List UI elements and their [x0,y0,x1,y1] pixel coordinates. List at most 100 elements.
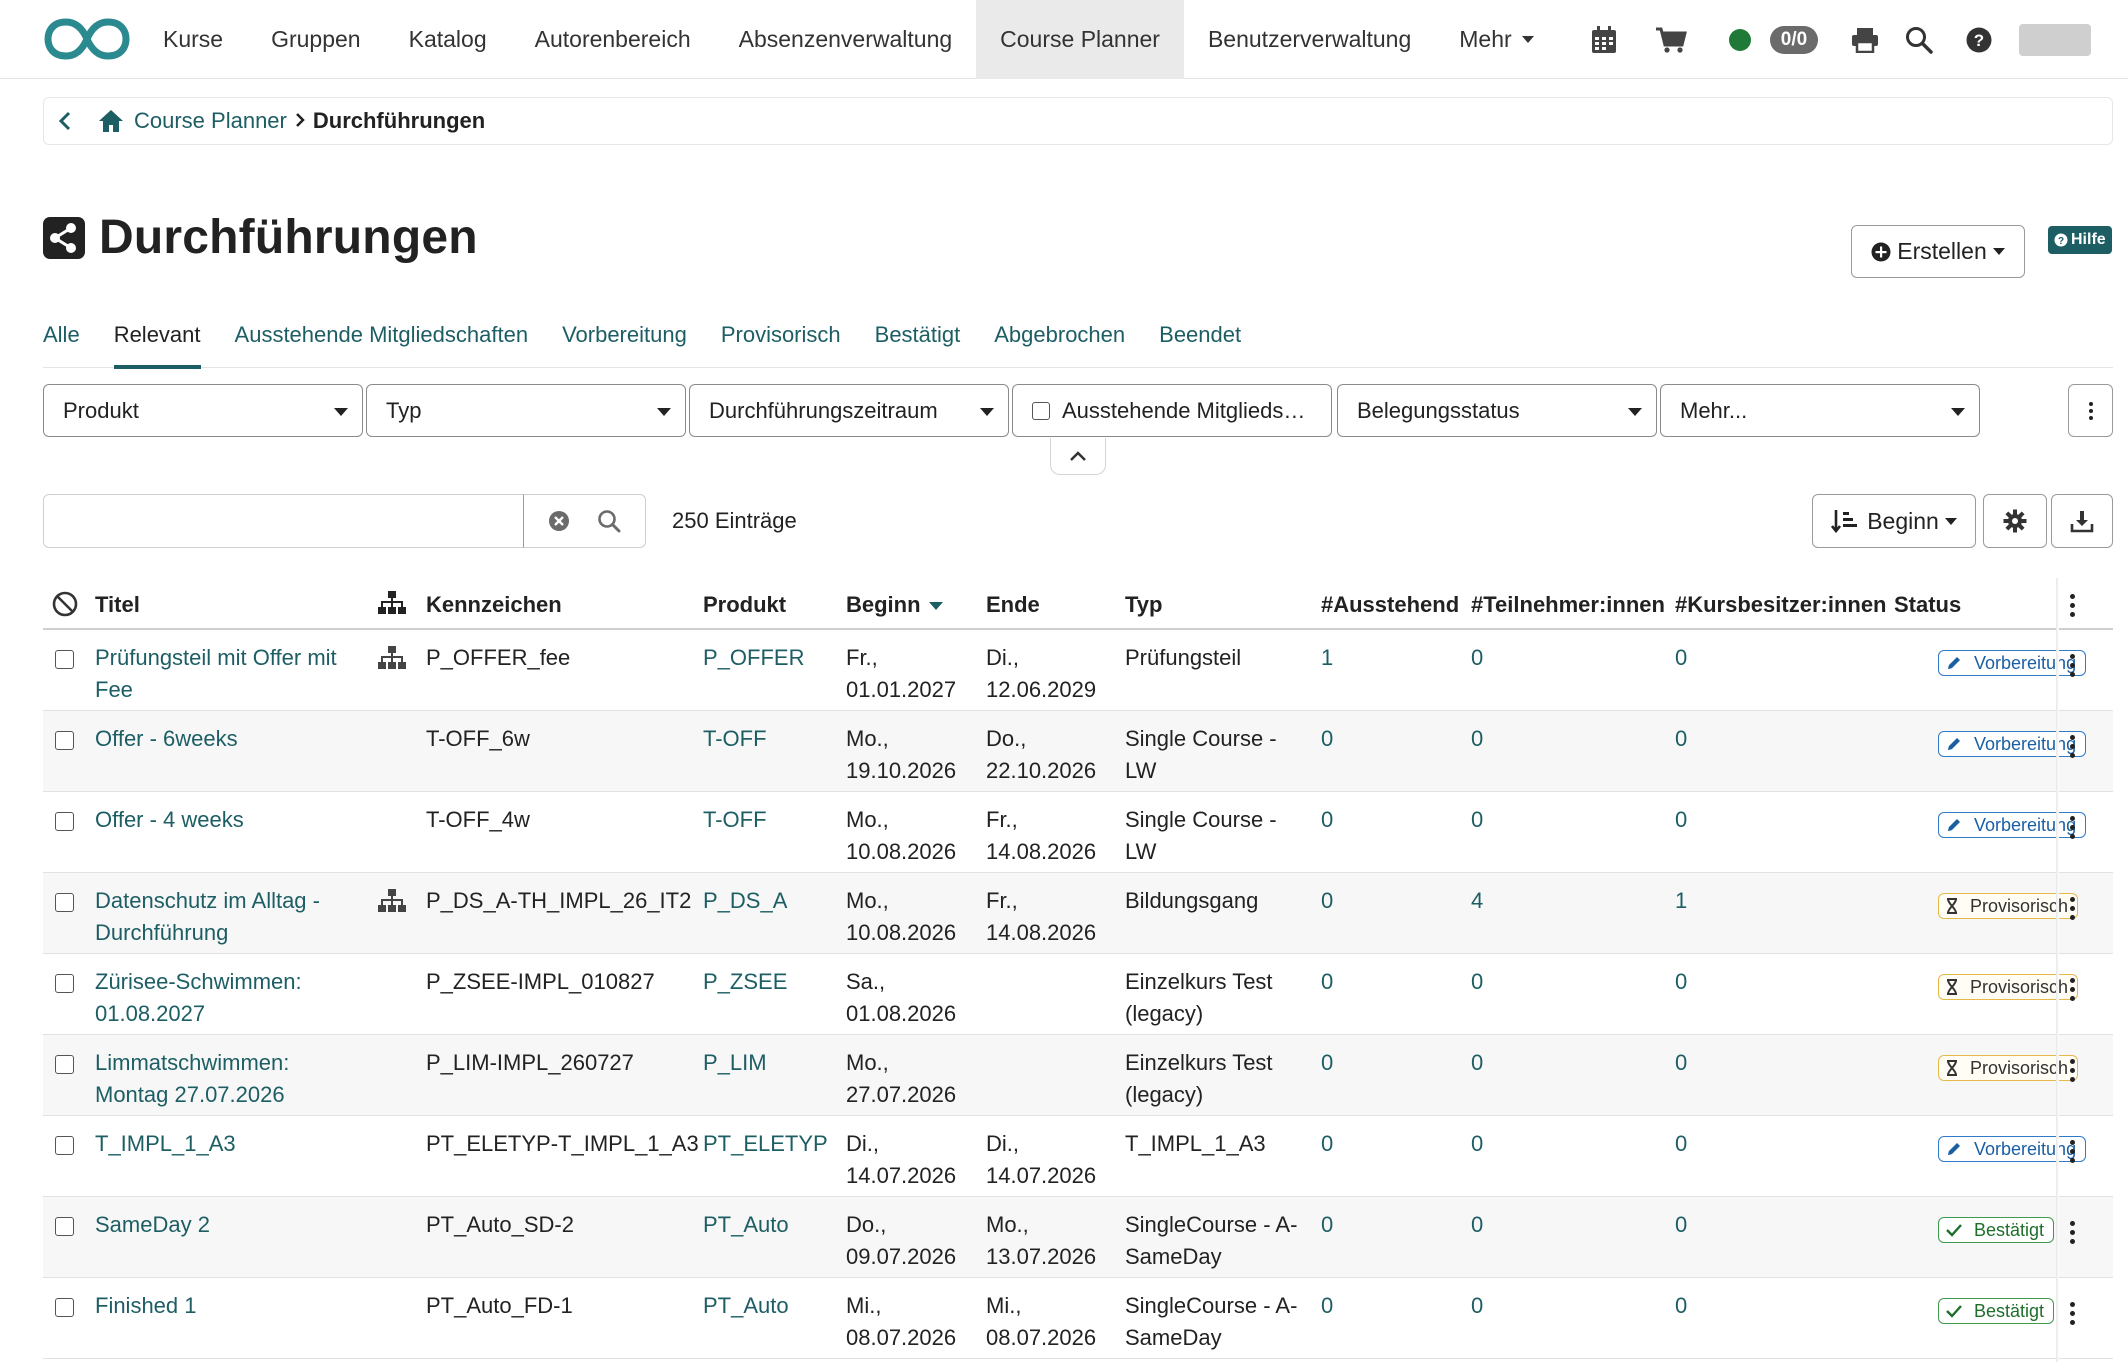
settings-button[interactable] [1983,494,2047,548]
tab-alle[interactable]: Alle [43,318,80,368]
row-actions-icon[interactable] [2057,814,2087,841]
row-produkt-link[interactable]: PT_ELETYP [703,1128,828,1160]
tab-relevant[interactable]: Relevant [113,318,201,369]
row-ausstehend-link[interactable]: 0 [1321,723,1333,755]
row-title-link[interactable]: SameDay 2 [95,1209,365,1241]
back-icon[interactable] [58,111,72,131]
row-title-link[interactable]: Zürisee-Schwimmen: 01.08.2027 [95,966,365,1030]
row-kursbesitzer-link[interactable]: 0 [1675,642,1687,674]
table-row[interactable]: T_IMPL_1_A3 PT_ELETYP-T_IMPL_1_A3 PT_ELETY… [43,1116,2113,1197]
row-title-link[interactable]: Finished 1 [95,1290,365,1322]
row-kursbesitzer-link[interactable]: 0 [1675,1047,1687,1079]
download-button[interactable] [2051,494,2113,548]
row-kursbesitzer-link[interactable]: 0 [1675,1128,1687,1160]
row-produkt-link[interactable]: P_DS_A [703,885,787,917]
table-row[interactable]: Zürisee-Schwimmen: 01.08.2027 P_ZSEE-IMPL_… [43,954,2113,1035]
row-ausstehend-link[interactable]: 0 [1321,804,1333,836]
filter-belegungsstatus[interactable]: Belegungsstatus [1337,384,1657,437]
row-actions-icon[interactable] [2057,733,2087,760]
counter-badge[interactable]: 0/0 [1768,0,1820,79]
column-header-status[interactable]: Status [1894,592,1961,618]
row-checkbox[interactable] [55,974,74,993]
app-logo[interactable] [44,14,130,64]
row-actions-icon[interactable] [2057,976,2087,1003]
row-produkt-link[interactable]: T-OFF [703,723,767,755]
row-checkbox[interactable] [55,812,74,831]
row-teilnehmer-link[interactable]: 0 [1471,1128,1483,1160]
filter-typ[interactable]: Typ [366,384,686,437]
row-actions-icon[interactable] [2057,1057,2087,1084]
row-actions-icon[interactable] [2057,1219,2087,1246]
row-teilnehmer-link[interactable]: 0 [1471,1209,1483,1241]
row-title-link[interactable]: Prüfungsteil mit Offer mit Fee [95,642,365,706]
tab-vorbereitung[interactable]: Vorbereitung [562,318,687,368]
row-teilnehmer-link[interactable]: 4 [1471,885,1483,917]
table-row[interactable]: SameDay 2 PT_Auto_SD-2 PT_Auto Do., 09.07.20… [43,1197,2113,1278]
row-checkbox[interactable] [55,650,74,669]
hierarchy-icon[interactable] [377,645,407,680]
row-teilnehmer-link[interactable]: 0 [1471,804,1483,836]
row-ausstehend-link[interactable]: 1 [1321,642,1333,674]
row-produkt-link[interactable]: PT_Auto [703,1290,789,1322]
row-title-link[interactable]: T_IMPL_1_A3 [95,1128,365,1160]
row-teilnehmer-link[interactable]: 0 [1471,723,1483,755]
tab-abgebrochen[interactable]: Abgebrochen [994,318,1125,368]
row-checkbox[interactable] [55,1217,74,1236]
filter-ausstehende-mitgliedschaften[interactable]: Ausstehende Mitglieds… [1012,384,1332,437]
row-title-link[interactable]: Datenschutz im Alltag - Durchführung [95,885,365,949]
column-options-icon[interactable] [2057,592,2087,619]
column-header-teilnehmer[interactable]: #Teilnehmer:innen [1471,592,1665,618]
table-row[interactable]: Datenschutz im Alltag - Durchführung P_DS_… [43,873,2113,954]
table-row[interactable]: Offer - 4 weeks T-OFF_4w T-OFF Mo., 10.08.20… [43,792,2113,873]
sort-button[interactable]: Beginn [1812,494,1976,548]
nav-item-gruppen[interactable]: Gruppen [247,0,385,79]
nav-item-absenzenverwaltung[interactable]: Absenzenverwaltung [715,0,977,79]
home-icon[interactable] [98,109,124,133]
column-header-titel[interactable]: Titel [95,592,140,618]
row-produkt-link[interactable]: P_OFFER [703,642,804,674]
avatar[interactable] [2018,0,2092,79]
filter-options-button[interactable] [2068,384,2113,437]
row-teilnehmer-link[interactable]: 0 [1471,966,1483,998]
search-submit-icon[interactable] [597,509,621,533]
online-status-indicator[interactable] [1728,0,1752,79]
nav-item-kurse[interactable]: Kurse [139,0,247,79]
search-icon[interactable] [1902,0,1936,79]
table-row[interactable]: Offer - 6weeks T-OFF_6w T-OFF Mo., 19.10.202… [43,711,2113,792]
column-header-typ[interactable]: Typ [1125,592,1162,618]
breadcrumb-home-link[interactable]: Course Planner [134,108,287,134]
tab-provisorisch[interactable]: Provisorisch [721,318,841,368]
filter-produkt[interactable]: Produkt [43,384,363,437]
help-icon[interactable]: ? [1964,0,1994,79]
row-checkbox[interactable] [55,1298,74,1317]
cart-icon[interactable] [1648,0,1694,79]
filter-mehr[interactable]: Mehr... [1660,384,1980,437]
row-actions-icon[interactable] [2057,1300,2087,1327]
row-teilnehmer-link[interactable]: 0 [1471,1047,1483,1079]
row-checkbox[interactable] [55,1055,74,1074]
clear-search-icon[interactable] [548,510,570,532]
nav-item-autorenbereich[interactable]: Autorenbereich [511,0,715,79]
filter-checkbox[interactable] [1032,401,1050,420]
row-ausstehend-link[interactable]: 0 [1321,1290,1333,1322]
select-none-icon[interactable] [52,591,78,623]
row-produkt-link[interactable]: PT_Auto [703,1209,789,1241]
row-ausstehend-link[interactable]: 0 [1321,1128,1333,1160]
row-title-link[interactable]: Limmatschwimmen: Montag 27.07.2026 [95,1047,365,1111]
row-kursbesitzer-link[interactable]: 0 [1675,723,1687,755]
tab-beendet[interactable]: Beendet [1159,318,1241,368]
tab-bestätigt[interactable]: Bestätigt [875,318,961,368]
table-row[interactable]: Prüfungsteil mit Offer mit Fee P_OFFER_fee… [43,630,2113,711]
tab-ausstehende-mitgliedschaften[interactable]: Ausstehende Mitgliedschaften [235,318,529,368]
nav-item-course-planner[interactable]: Course Planner [976,0,1184,79]
nav-item-benutzerverwaltung[interactable]: Benutzerverwaltung [1184,0,1435,79]
hierarchy-icon[interactable] [377,888,407,923]
column-header-produkt[interactable]: Produkt [703,592,786,618]
column-header-ende[interactable]: Ende [986,592,1040,618]
row-kursbesitzer-link[interactable]: 0 [1675,804,1687,836]
row-kursbesitzer-link[interactable]: 1 [1675,885,1687,917]
nav-item-katalog[interactable]: Katalog [385,0,511,79]
row-kursbesitzer-link[interactable]: 0 [1675,966,1687,998]
row-ausstehend-link[interactable]: 0 [1321,1047,1333,1079]
column-header-beginn[interactable]: Beginn [846,592,943,618]
